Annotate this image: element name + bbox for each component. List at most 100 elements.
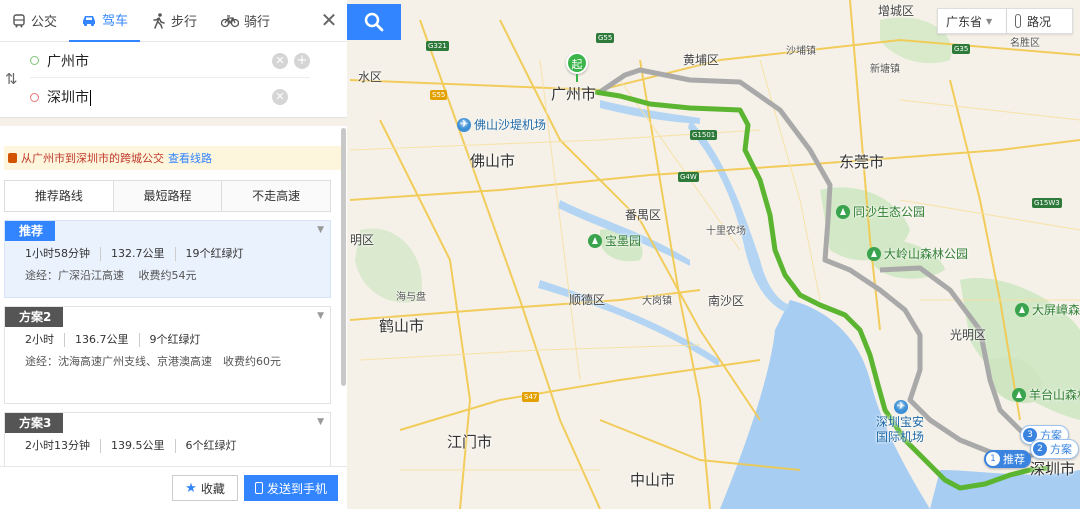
map-poi[interactable]: 大岭山森林公园 [867,245,968,262]
expand-arrow-icon[interactable]: ▼ [317,417,324,427]
mode-label: 公交 [31,15,58,30]
collapse-arrow-icon[interactable]: ▼ [317,225,324,235]
map-poi[interactable]: 宝墨园 [588,232,641,249]
map-city-label[interactable]: 广州市 [551,83,596,104]
route-tag-plan2[interactable]: 2 方案 [1030,439,1079,459]
map-city-label[interactable]: 中山市 [630,469,675,490]
map-poi[interactable]: 同沙生态公园 [836,203,925,220]
start-marker-stem [576,74,578,82]
send-to-phone-button[interactable]: 发送到手机 [244,475,338,501]
park-icon [588,233,602,248]
route-plan-2[interactable]: 方案2 ▼ 2小时 136.7公里 9个红绿灯 途经：沈海高速广州支线、京港澳高… [4,306,331,404]
plan-via: 途经：沈海高速广州支线、京港澳高速 收费约60元 [25,355,281,368]
tab-recommended[interactable]: 推荐路线 [5,181,114,211]
mode-label: 驾车 [102,14,129,29]
start-field[interactable]: 广州市 ✕ + [30,44,310,78]
plan-traffic-lights: 6个红绿灯 [185,439,237,452]
start-input[interactable]: 广州市 [47,51,272,71]
plan-distance: 132.7公里 [111,247,176,261]
park-icon [836,204,850,219]
start-marker-label: 起 [566,52,588,74]
route-tag-recommended[interactable]: 1 推荐 [984,450,1031,468]
map-city-label[interactable]: 东莞市 [839,151,884,172]
map-town-label: 大岗镇 [642,296,672,307]
poi-label: 大屏嶂森 [1032,303,1080,317]
map-city-label[interactable]: 江门市 [447,431,492,452]
intercity-bus-tip: 从广州市到深圳市的跨城公交 查看线路 [4,146,343,170]
park-icon [1012,387,1026,402]
airplane-icon: ✈ [894,400,908,414]
mode-tab-bus[interactable]: 公交 [0,0,69,42]
favorite-button[interactable]: ★ 收藏 [172,475,238,501]
map-town-label: 十里农场 [706,226,746,237]
map-district-label[interactable]: 增城区 [878,2,914,19]
map-district-label[interactable]: 南沙区 [708,292,744,309]
add-waypoint-icon[interactable]: + [294,52,310,69]
map-district-label[interactable]: 番禺区 [625,206,661,223]
clear-end-icon[interactable]: ✕ [272,89,288,105]
map-poi[interactable]: 大屏嶂森 [1015,301,1080,318]
plan-via: 途经：广深沿江高速 收费约54元 [25,269,197,282]
results-scrollbar[interactable] [341,128,346,386]
walk-icon [153,12,165,29]
plan-stats: 2小时13分钟 139.5公里 6个红绿灯 [5,433,330,453]
province-select[interactable]: 广东省 ▼ [937,8,1007,34]
plan-distance: 139.5公里 [111,439,176,453]
bottom-action-bar: ★ 收藏 发送到手机 [0,466,347,509]
map-district-label[interactable]: 黄埔区 [683,51,719,68]
plan-traffic-lights: 19个红绿灯 [185,247,244,260]
end-input[interactable]: 深圳市 [47,87,272,107]
highway-shield: S47 [522,392,540,402]
traffic-button[interactable]: 路况 [1007,8,1073,34]
tab-no-highway[interactable]: 不走高速 [222,181,331,211]
route-plan-3[interactable]: 方案3 ▼ 2小时13分钟 139.5公里 6个红绿灯 [4,412,331,466]
swap-icon[interactable]: ⇅ [5,70,18,88]
airplane-icon: ✈ [457,117,471,132]
favorite-label: 收藏 [200,481,225,496]
start-marker[interactable]: 起 [566,52,588,82]
map-poi[interactable]: 羊台山森林公园 [1012,386,1080,403]
end-field[interactable]: 深圳市 ✕ [30,80,310,114]
clear-start-icon[interactable]: ✕ [272,52,288,69]
map-district-label[interactable]: 明区 [350,231,374,248]
mode-tab-car[interactable]: 驾车 [69,0,141,42]
plan-duration: 2小时 [25,333,65,347]
bus-icon [8,153,17,163]
map-city-label[interactable]: 鹤山市 [379,315,424,336]
search-button[interactable] [347,4,401,40]
route-plan-recommended[interactable]: 推荐 ▼ 1小时58分钟 132.7公里 19个红绿灯 途经：广深沿江高速 收费… [4,220,331,298]
send-label: 发送到手机 [266,481,327,496]
route-tag-label: 推荐 [1003,453,1025,466]
map-district-label[interactable]: 顺德区 [569,291,605,308]
mode-tab-walk[interactable]: 步行 [140,0,209,42]
map-district-label[interactable]: 水区 [358,68,382,85]
view-bus-lines-link[interactable]: 查看线路 [168,150,212,166]
airport-label: 佛山沙堤机场 [474,118,547,132]
mode-label: 骑行 [244,15,271,30]
park-icon [867,246,881,261]
route-panel: 公交 驾车 步行 骑行 ✕ ⇅ 广州市 ✕ + 深圳市 ✕ 从广州市到深圳市的跨… [0,0,347,509]
search-icon [364,12,384,32]
map-airport[interactable]: ✈ 佛山沙堤机场 [457,116,546,133]
map-city-label[interactable]: 深圳市 [1030,458,1075,479]
expand-arrow-icon[interactable]: ▼ [317,311,324,321]
transport-mode-bar: 公交 驾车 步行 骑行 ✕ [0,0,347,42]
plan-tag: 方案2 [5,307,64,327]
traffic-label: 路况 [1027,14,1052,29]
highway-shield: G55 [596,33,615,43]
map-airport[interactable]: ✈ 深圳宝安国际机场 [876,400,926,445]
route-preference-tabs: 推荐路线 最短路程 不走高速 [4,180,331,212]
map-town-label: 沙埔镇 [786,46,816,57]
map-city-label[interactable]: 佛山市 [470,150,515,171]
bus-icon [13,13,25,27]
poi-label: 大岭山森林公园 [884,247,969,261]
highway-shield: G4W [678,172,699,182]
mode-tab-bike[interactable]: 骑行 [209,0,282,42]
tab-shortest[interactable]: 最短路程 [113,181,223,211]
map-district-label[interactable]: 光明区 [950,326,986,343]
highway-shield: G35 [952,44,971,54]
plan-duration: 1小时58分钟 [25,247,101,261]
close-icon[interactable]: ✕ [319,10,339,30]
map-town-label: 名胜区 [1010,38,1040,49]
plan-stats: 1小时58分钟 132.7公里 19个红绿灯 [5,241,330,261]
